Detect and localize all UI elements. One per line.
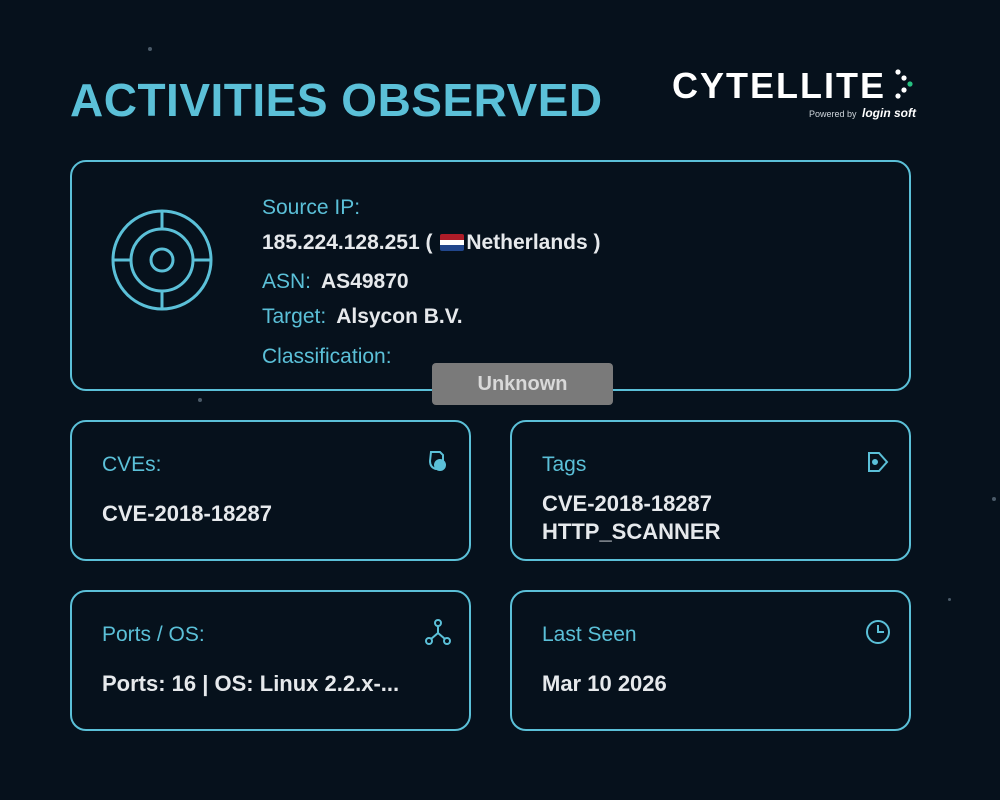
cves-card: CVEs: CVE-2018-18287 (70, 420, 471, 561)
source-ip-value: 185.224.128.251 (262, 231, 420, 254)
classification-badge: Unknown (432, 363, 613, 405)
powered-by: Powered by login soft (809, 106, 916, 120)
ports-os-card: Ports / OS: Ports: 16 | OS: Linux 2.2.x-… (70, 590, 471, 731)
brand-logo: CYTELLITE Powered by login soft (672, 66, 922, 122)
clock-icon (866, 620, 890, 644)
ports-os-label: Ports / OS: (102, 623, 205, 646)
powered-by-text: Powered by (808, 109, 857, 119)
cves-value: CVE-2018-18287 (102, 501, 273, 526)
classification-label: Classification: (262, 345, 392, 368)
source-ip-label-row: Source IP: (262, 195, 360, 221)
brand-name: CYTELLITE (672, 65, 886, 106)
tag-item: HTTP_SCANNER (542, 519, 721, 544)
shield-icon (428, 451, 446, 471)
background-dot (148, 47, 152, 51)
target-label: Target: (262, 305, 327, 328)
last-seen-card: Last Seen Mar 10 2026 (510, 590, 911, 731)
asn-value: AS49870 (321, 270, 409, 293)
target-value: Alsycon B.V. (336, 305, 463, 328)
classification-row: Classification: (262, 344, 392, 370)
source-ip-row: 185.224.128.251 ( Netherlands ) (262, 231, 601, 254)
source-ip-label: Source IP: (262, 196, 361, 219)
asn-label: ASN: (262, 270, 312, 293)
cves-label: CVEs: (102, 453, 162, 476)
source-info-card: Source IP: 185.224.128.251 ( Netherlands… (70, 160, 911, 405)
page-title: ACTIVITIES OBSERVED (70, 74, 603, 126)
last-seen-value: Mar 10 2026 (542, 671, 667, 696)
tags-label: Tags (542, 453, 587, 476)
loginsoft-logo: login soft (862, 106, 916, 120)
background-dot (992, 497, 996, 501)
netherlands-flag-icon (440, 234, 465, 251)
tag-item: CVE-2018-18287 (542, 491, 713, 516)
ports-os-value: Ports: 16 | OS: Linux 2.2.x-... (102, 671, 400, 696)
network-icon (425, 619, 451, 645)
chevron-right-icon (895, 69, 913, 99)
asn-row: ASN: AS49870 (262, 269, 409, 295)
background-dot (198, 398, 202, 402)
crosshair-icon (111, 209, 213, 311)
country-name: Netherlands (466, 231, 588, 254)
tags-card: Tags CVE-2018-18287 HTTP_SCANNER (510, 420, 911, 561)
last-seen-label: Last Seen (542, 623, 637, 646)
target-row: Target: Alsycon B.V. (262, 304, 463, 330)
tag-icon (868, 452, 889, 472)
background-dot (948, 598, 951, 601)
